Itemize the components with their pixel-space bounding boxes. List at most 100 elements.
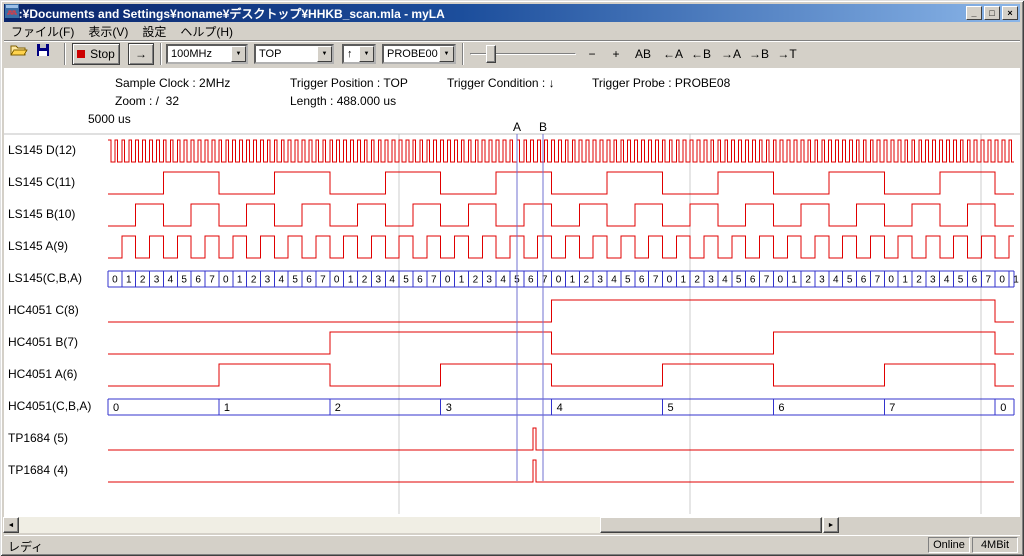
svg-text:0: 0: [778, 275, 784, 286]
svg-text:6: 6: [306, 275, 312, 286]
save-file-button[interactable]: [36, 43, 60, 65]
toolbar-separator: [462, 43, 464, 65]
app-window: C:¥Documents and Settings¥noname¥デスクトップ¥…: [0, 0, 1024, 556]
goto-marker-b-button[interactable]: ←B: [688, 43, 714, 65]
trigger-edge-select[interactable]: ↑ ▼: [342, 44, 376, 64]
chevron-down-icon[interactable]: ▼: [317, 46, 332, 62]
zoom-in-button[interactable]: +: [606, 43, 626, 65]
channel-label: LS145 D(12): [8, 143, 76, 157]
sample-clock-select[interactable]: 100MHz ▼: [166, 44, 248, 64]
goto-trigger-button[interactable]: →T: [774, 43, 800, 65]
svg-text:6: 6: [639, 275, 645, 286]
open-file-button[interactable]: [10, 43, 34, 65]
svg-text:3: 3: [708, 275, 714, 286]
svg-text:3: 3: [265, 275, 271, 286]
zoom-out-button[interactable]: −: [582, 43, 602, 65]
svg-text:6: 6: [528, 275, 534, 286]
svg-text:1: 1: [902, 275, 908, 286]
svg-text:4: 4: [611, 275, 617, 286]
ab-span-button[interactable]: AB: [630, 43, 656, 65]
menu-item-help[interactable]: ヘルプ(H): [173, 22, 240, 41]
svg-text:3: 3: [376, 275, 382, 286]
run-button[interactable]: →: [128, 43, 154, 65]
minimize-button[interactable]: _: [966, 6, 982, 20]
app-icon: [5, 4, 19, 18]
channel-label: LS145(C,B,A): [8, 271, 82, 285]
svg-text:3: 3: [930, 275, 936, 286]
menu-item-settings[interactable]: 設定: [135, 22, 173, 41]
menu-item-view[interactable]: 表示(V): [81, 22, 135, 41]
stop-button-label: Stop: [90, 47, 115, 61]
status-ready-text: レディ: [8, 538, 43, 555]
svg-text:4: 4: [557, 402, 563, 414]
status-memory-badge: 4MBit: [972, 537, 1018, 553]
channel-label: LS145 B(10): [8, 207, 75, 221]
maximize-button[interactable]: □: [984, 6, 1000, 20]
svg-text:3: 3: [597, 275, 603, 286]
svg-text:1: 1: [224, 402, 230, 414]
chevron-down-icon[interactable]: ▼: [231, 46, 246, 62]
svg-text:B: B: [539, 120, 547, 134]
svg-text:7: 7: [889, 402, 895, 414]
open-folder-icon: [10, 43, 28, 57]
svg-text:0: 0: [334, 275, 340, 286]
scroll-right-button[interactable]: ►: [823, 517, 839, 533]
svg-text:5: 5: [736, 275, 742, 286]
svg-text:1: 1: [681, 275, 687, 286]
close-button[interactable]: ×: [1002, 6, 1018, 20]
svg-text:5: 5: [958, 275, 964, 286]
svg-text:7: 7: [764, 275, 770, 286]
scrollbar-thumb[interactable]: [600, 517, 822, 533]
svg-text:7: 7: [986, 275, 992, 286]
svg-text:3: 3: [486, 275, 492, 286]
svg-text:4: 4: [722, 275, 728, 286]
stop-button[interactable]: Stop: [72, 43, 120, 65]
svg-text:1: 1: [459, 275, 465, 286]
svg-text:5: 5: [625, 275, 631, 286]
channel-label: TP1684 (5): [8, 431, 68, 445]
scroll-left-button[interactable]: ◄: [3, 517, 19, 533]
title-bar[interactable]: C:¥Documents and Settings¥noname¥デスクトップ¥…: [4, 4, 1020, 22]
svg-text:1: 1: [126, 275, 132, 286]
toolbar-separator: [64, 43, 66, 65]
svg-text:6: 6: [195, 275, 201, 286]
waveform-plot[interactable]: 0123456701234567012345670123456701234567…: [4, 68, 1020, 517]
svg-text:7: 7: [653, 275, 659, 286]
horizontal-scrollbar[interactable]: ◄ ►: [3, 517, 839, 533]
chevron-down-icon[interactable]: ▼: [359, 46, 374, 62]
channel-label: LS145 C(11): [8, 175, 75, 189]
move-marker-b-button[interactable]: →B: [746, 43, 772, 65]
svg-text:0: 0: [667, 275, 673, 286]
svg-text:4: 4: [168, 275, 174, 286]
chevron-down-icon[interactable]: ▼: [439, 46, 454, 62]
status-online-badge: Online: [928, 537, 970, 553]
svg-text:2: 2: [584, 275, 590, 286]
menu-item-file[interactable]: ファイル(F): [4, 22, 81, 41]
svg-text:4: 4: [833, 275, 839, 286]
trigger-probe-select[interactable]: PROBE00 ▼: [382, 44, 456, 64]
svg-text:2: 2: [251, 275, 257, 286]
svg-text:2: 2: [473, 275, 479, 286]
svg-text:6: 6: [750, 275, 756, 286]
trigger-position-select[interactable]: TOP ▼: [254, 44, 334, 64]
svg-text:6: 6: [972, 275, 978, 286]
svg-text:2: 2: [335, 402, 341, 414]
move-marker-a-button[interactable]: →A: [718, 43, 744, 65]
svg-text:6: 6: [778, 402, 784, 414]
channel-label: HC4051(C,B,A): [8, 399, 91, 413]
toolbar-separator: [160, 43, 162, 65]
trigger-probe-value: PROBE00: [384, 46, 439, 62]
channel-label: TP1684 (4): [8, 463, 68, 477]
svg-text:4: 4: [389, 275, 395, 286]
svg-text:0: 0: [113, 402, 119, 414]
zoom-slider-thumb[interactable]: [486, 45, 496, 63]
svg-text:6: 6: [861, 275, 867, 286]
channel-label: HC4051 B(7): [8, 335, 78, 349]
svg-text:3: 3: [819, 275, 825, 286]
svg-text:3: 3: [446, 402, 452, 414]
sample-clock-value: 100MHz: [168, 46, 231, 62]
goto-marker-a-button[interactable]: ←A: [660, 43, 686, 65]
svg-text:1: 1: [1013, 275, 1019, 286]
stop-icon: [77, 50, 85, 58]
svg-text:0: 0: [999, 275, 1005, 286]
